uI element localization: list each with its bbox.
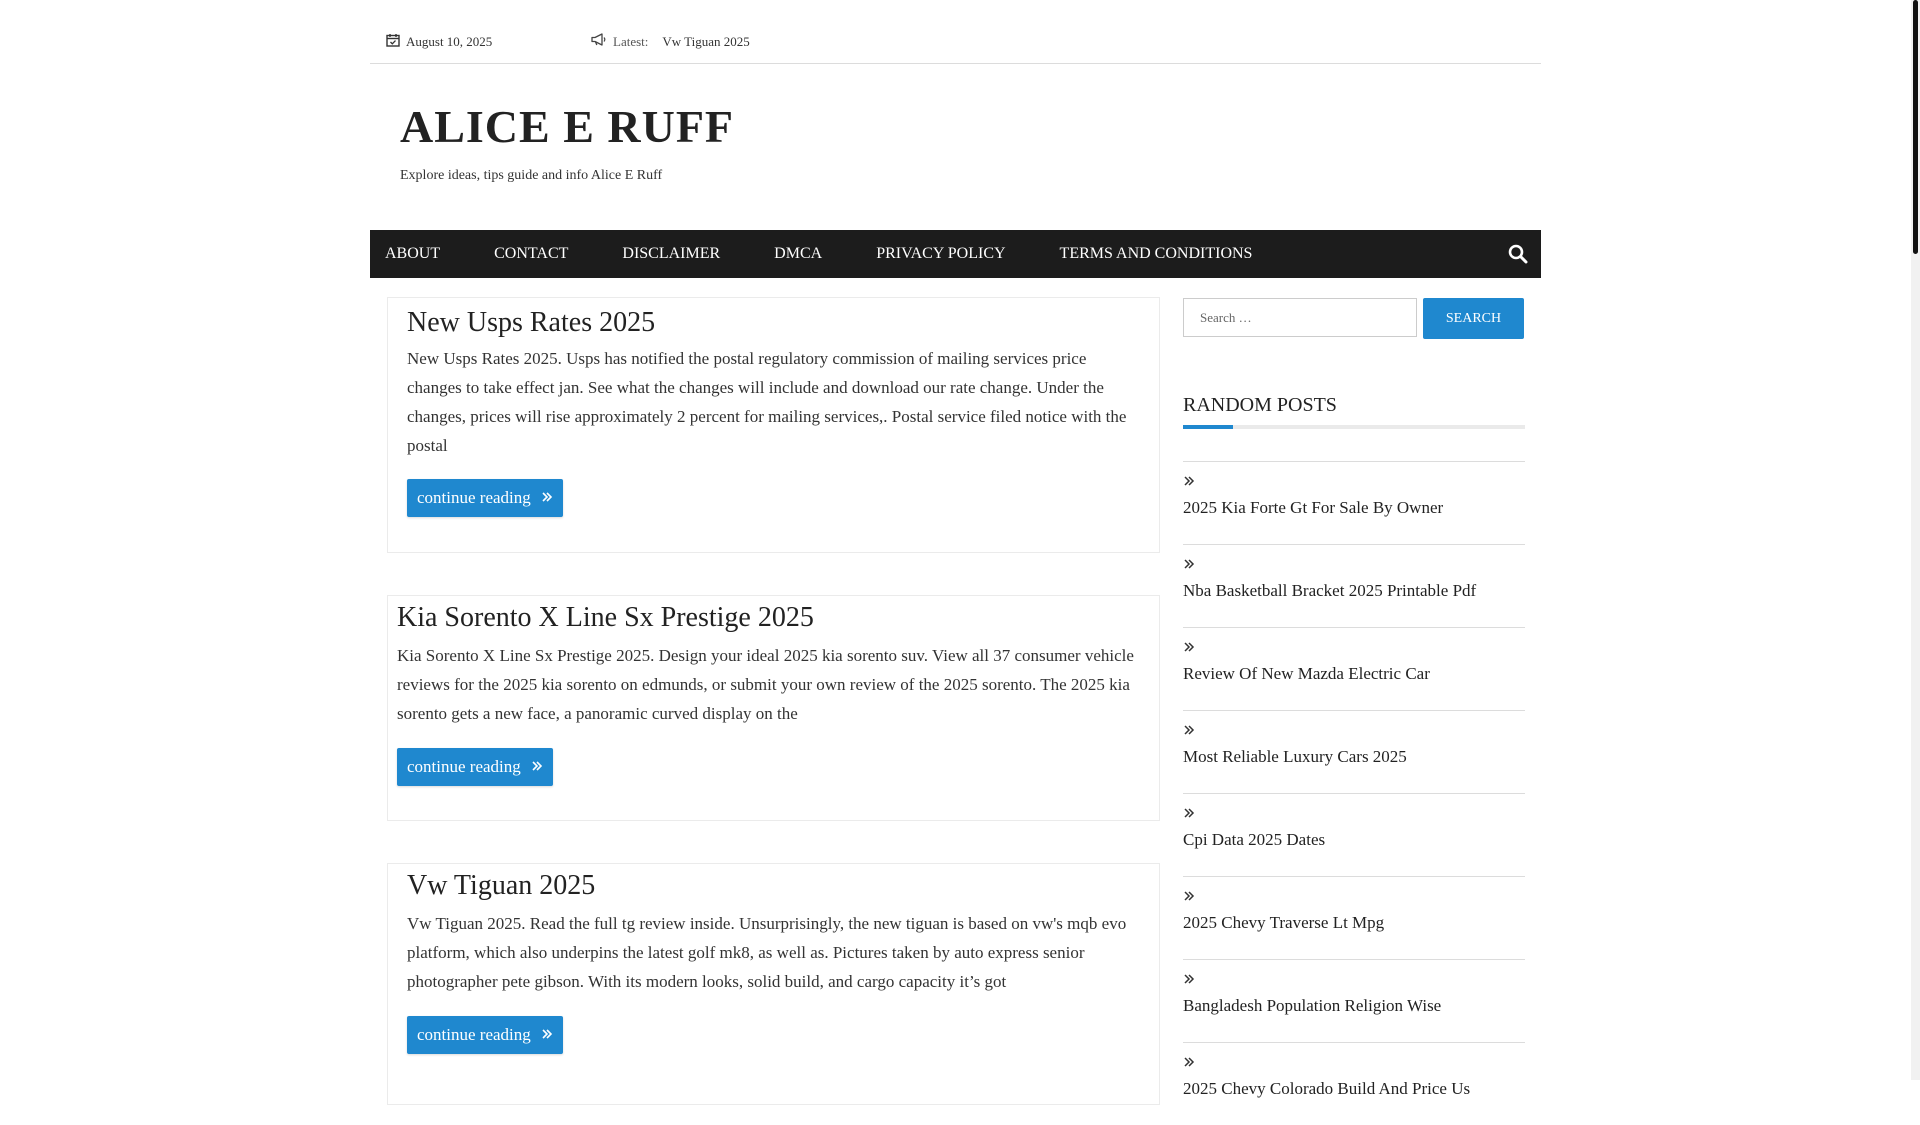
latest-link[interactable]: Vw Tiguan 2025 — [662, 34, 749, 50]
article-card: New Usps Rates 2025 New Usps Rates 2025.… — [387, 297, 1160, 553]
top-bar: August 10, 2025 Latest: Vw Tiguan 2025 — [370, 0, 1541, 64]
article-title[interactable]: Vw Tiguan 2025 — [407, 869, 595, 903]
list-item: 2025 Chevy Traverse Lt Mpg — [1183, 876, 1525, 959]
page-wrapper: August 10, 2025 Latest: Vw Tiguan 2025 A… — [370, 0, 1541, 1105]
random-post-link[interactable]: Most Reliable Luxury Cars 2025 — [1183, 747, 1407, 767]
random-post-link[interactable]: Nba Basketball Bracket 2025 Printable Pd… — [1183, 581, 1476, 601]
list-item: 2025 Chevy Colorado Build And Price Us — [1183, 1042, 1525, 1125]
search-icon[interactable] — [1507, 243, 1529, 265]
article-card: Kia Sorento X Line Sx Prestige 2025 Kia … — [387, 595, 1160, 821]
article-title[interactable]: New Usps Rates 2025 — [407, 306, 655, 340]
nav-item-disclaimer[interactable]: DISCLAIMER — [607, 245, 735, 263]
continue-reading-button[interactable]: continue reading — [397, 748, 553, 786]
nav-item-terms-and-conditions[interactable]: TERMS AND CONDITIONS — [1045, 245, 1268, 263]
double-chevron-right-icon — [531, 479, 553, 517]
calendar-check-icon — [386, 33, 400, 51]
latest-label: Latest: — [613, 33, 649, 49]
double-chevron-right-icon — [1183, 640, 1195, 658]
random-post-link[interactable]: 2025 Chevy Colorado Build And Price Us — [1183, 1079, 1470, 1099]
double-chevron-right-icon — [1183, 474, 1195, 492]
latest-ticker: Latest: Vw Tiguan 2025 — [591, 33, 750, 50]
random-post-link[interactable]: Review Of New Mazda Electric Car — [1183, 664, 1430, 684]
date-text: August 10, 2025 — [406, 34, 493, 49]
button-label: continue reading — [417, 488, 531, 507]
article-excerpt: Vw Tiguan 2025. Read the full tg review … — [407, 914, 1127, 991]
bullhorn-icon — [591, 33, 607, 50]
nav-item-contact[interactable]: CONTACT — [479, 245, 583, 263]
list-item: 2025 Kia Forte Gt For Sale By Owner — [1183, 461, 1525, 544]
page-scrollbar[interactable] — [1911, 0, 1920, 1080]
random-post-link[interactable]: 2025 Kia Forte Gt For Sale By Owner — [1183, 498, 1443, 518]
double-chevron-right-icon — [531, 1016, 553, 1054]
continue-reading-button[interactable]: continue reading — [407, 1016, 563, 1054]
double-chevron-right-icon — [1183, 1055, 1195, 1073]
search-input[interactable] — [1183, 298, 1417, 337]
random-post-link[interactable]: Cpi Data 2025 Dates — [1183, 830, 1325, 850]
continue-reading-button[interactable]: continue reading — [407, 479, 563, 517]
double-chevron-right-icon — [521, 748, 543, 786]
main-navigation: ABOUT CONTACT DISCLAIMER DMCA PRIVACY PO… — [370, 230, 1541, 278]
nav-item-privacy-policy[interactable]: PRIVACY POLICY — [861, 245, 1020, 263]
search-button[interactable]: SEARCH — [1423, 298, 1524, 339]
site-description: Explore ideas, tips guide and info Alice… — [400, 168, 663, 183]
top-date: August 10, 2025 — [386, 33, 492, 51]
widget-title: RANDOM POSTS — [1183, 394, 1337, 416]
double-chevron-right-icon — [1183, 806, 1195, 824]
double-chevron-right-icon — [1183, 557, 1195, 575]
list-item: Nba Basketball Bracket 2025 Printable Pd… — [1183, 544, 1525, 627]
list-item: Cpi Data 2025 Dates — [1183, 793, 1525, 876]
list-item: Most Reliable Luxury Cars 2025 — [1183, 710, 1525, 793]
article-title[interactable]: Kia Sorento X Line Sx Prestige 2025 — [397, 601, 814, 635]
widget-title-underline — [1183, 425, 1525, 429]
double-chevron-right-icon — [1183, 889, 1195, 907]
button-label: continue reading — [417, 1025, 531, 1044]
article-excerpt: Kia Sorento X Line Sx Prestige 2025. Des… — [397, 646, 1134, 723]
button-label: continue reading — [407, 757, 521, 776]
article-excerpt: New Usps Rates 2025. Usps has notified t… — [407, 349, 1127, 455]
random-post-link[interactable]: 2025 Chevy Traverse Lt Mpg — [1183, 913, 1384, 933]
random-posts-list: 2025 Kia Forte Gt For Sale By Owner Nba … — [1183, 461, 1525, 1125]
nav-item-about[interactable]: ABOUT — [370, 245, 455, 263]
double-chevron-right-icon — [1183, 723, 1195, 741]
site-title[interactable]: ALICE E RUFF — [400, 104, 734, 150]
article-card: Vw Tiguan 2025 Vw Tiguan 2025. Read the … — [387, 863, 1160, 1105]
nav-item-dmca[interactable]: DMCA — [759, 245, 837, 263]
list-item: Review Of New Mazda Electric Car — [1183, 627, 1525, 710]
list-item: Bangladesh Population Religion Wise — [1183, 959, 1525, 1042]
scrollbar-thumb[interactable] — [1913, 0, 1918, 254]
random-post-link[interactable]: Bangladesh Population Religion Wise — [1183, 996, 1441, 1016]
double-chevron-right-icon — [1183, 972, 1195, 990]
